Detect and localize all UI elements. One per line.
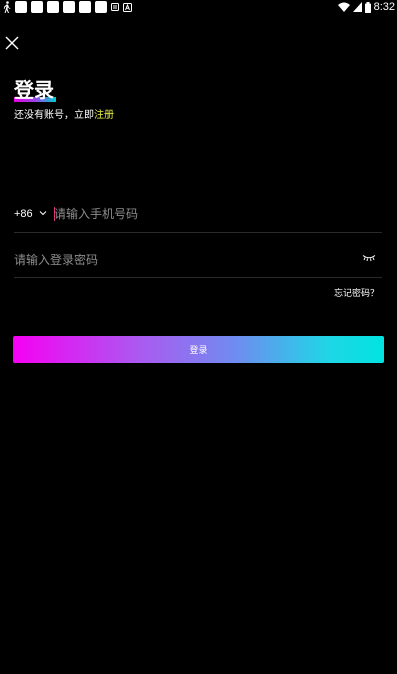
- register-link[interactable]: 注册: [94, 110, 114, 121]
- status-bar-left: [3, 1, 132, 13]
- country-code[interactable]: +86: [14, 207, 33, 221]
- app-icon: [31, 1, 43, 13]
- app-icon: [79, 1, 91, 13]
- app-icon: [95, 1, 107, 13]
- password-field-row: [14, 247, 382, 278]
- text-icon: [123, 2, 132, 12]
- register-prompt: 还没有账号，立即注册: [14, 109, 114, 123]
- close-icon[interactable]: [5, 36, 19, 50]
- status-bar: 8:32: [0, 0, 397, 16]
- status-time: 8:32: [373, 1, 395, 13]
- login-button[interactable]: 登录: [13, 336, 384, 363]
- phone-field-row: +86: [14, 202, 382, 233]
- phone-input[interactable]: [54, 203, 354, 225]
- app-icon: [15, 1, 27, 13]
- chevron-down-icon[interactable]: [39, 209, 47, 217]
- password-input[interactable]: [14, 249, 334, 271]
- app-icon: [63, 1, 75, 13]
- status-bar-right: 8:32: [337, 0, 395, 14]
- wifi-icon: [337, 2, 350, 12]
- page-title: 登录: [14, 78, 56, 102]
- forgot-password-link[interactable]: 忘记密码？: [334, 288, 379, 300]
- register-prompt-text: 还没有账号，立即: [14, 110, 94, 121]
- battery-icon: [364, 1, 371, 13]
- eye-closed-icon[interactable]: [362, 254, 376, 262]
- message-icon: [111, 2, 119, 11]
- signal-icon: [352, 2, 362, 12]
- app-icon: [47, 1, 59, 13]
- page-title-text: 登录: [14, 78, 54, 102]
- person-walk-icon: [3, 1, 11, 13]
- title-block: 登录: [14, 78, 56, 102]
